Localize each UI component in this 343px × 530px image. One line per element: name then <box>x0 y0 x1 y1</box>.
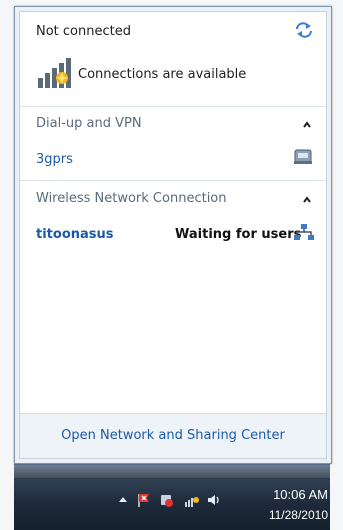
tray-volume-icon[interactable] <box>206 492 222 508</box>
availability-text: Connections are available <box>78 67 247 82</box>
tray-wireless-icon[interactable] <box>184 492 200 508</box>
divider <box>20 180 326 181</box>
network-flyout: Not connected Connections are available … <box>14 6 332 464</box>
refresh-icon[interactable] <box>294 22 314 38</box>
tray-flag-icon[interactable] <box>136 492 152 508</box>
chevron-up-icon[interactable] <box>302 195 312 205</box>
footer: Open Network and Sharing Center <box>20 413 326 458</box>
wireless-item-name[interactable]: titoonasus <box>36 227 114 242</box>
divider <box>20 106 326 107</box>
section-title-wireless: Wireless Network Connection <box>36 191 227 206</box>
clock-date: 11/28/2010 <box>268 508 328 522</box>
chevron-up-icon[interactable] <box>302 120 312 130</box>
connection-status: Not connected <box>36 24 131 39</box>
open-network-sharing-link[interactable]: Open Network and Sharing Center <box>20 428 326 443</box>
taskbar-clock[interactable]: 10:06 AM 11/28/2010 <box>269 487 328 523</box>
section-title-dialup: Dial-up and VPN <box>36 116 142 131</box>
signal-bars-icon <box>38 58 71 88</box>
taskbar: 10:06 AM 11/28/2010 <box>14 464 330 530</box>
taskbar-buttons-strip <box>14 465 330 479</box>
network-panel: Not connected Connections are available … <box>19 11 327 459</box>
tray-expand-icon[interactable] <box>118 495 128 505</box>
dialup-modem-icon <box>294 149 312 164</box>
wireless-item-status: Waiting for users <box>175 227 302 242</box>
dialup-item-3gprs[interactable]: 3gprs <box>36 152 73 167</box>
network-waiting-icon <box>294 224 314 240</box>
clock-time: 10:06 AM <box>273 487 328 502</box>
tray-network-icon[interactable] <box>158 492 174 508</box>
